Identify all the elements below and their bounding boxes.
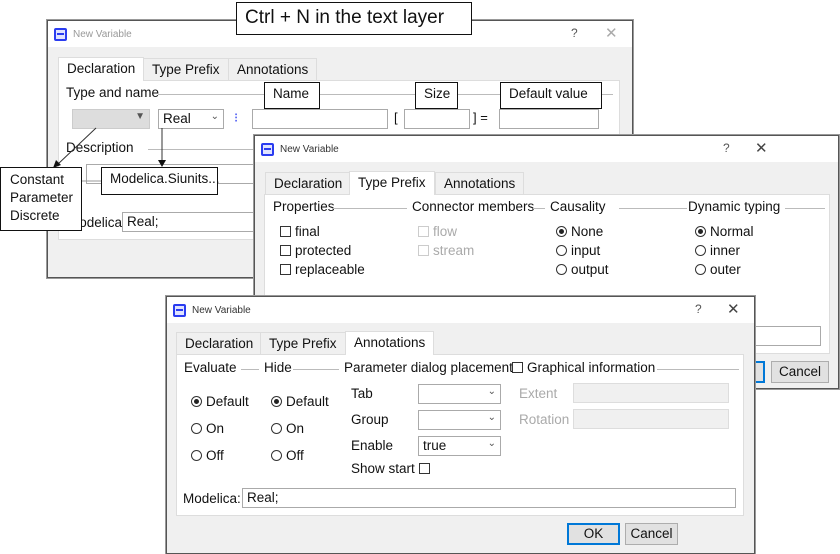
arrow-prefix (56, 127, 97, 166)
prefix-option-discrete: Discrete (10, 208, 60, 223)
prefix-option-parameter: Parameter (10, 190, 74, 205)
callout-type-hint: Modelica.Siunits... (101, 167, 220, 195)
callout-prefix-options: Constant Parameter Discrete (0, 167, 82, 231)
callout-name: Name (264, 82, 320, 109)
prefix-option-constant: Constant (10, 172, 65, 187)
callout-title: Ctrl + N in the text layer (236, 2, 472, 35)
callout-default-value: Default value (500, 82, 602, 109)
callout-size: Size (415, 82, 458, 109)
arrowhead-type (158, 160, 166, 167)
